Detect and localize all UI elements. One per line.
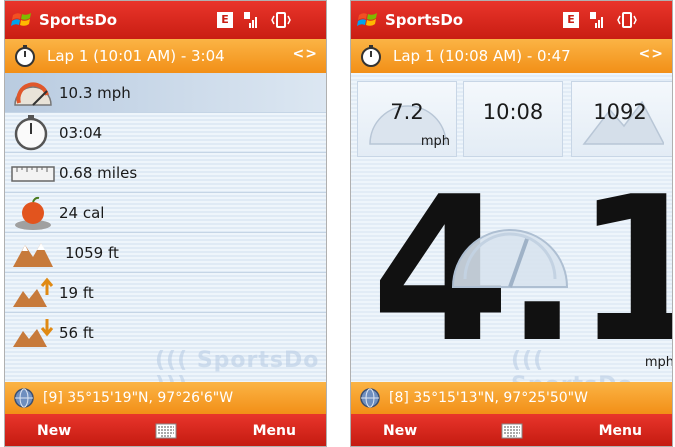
- title-bar: SportsDo E: [5, 1, 326, 39]
- list-item-altitude[interactable]: 1059 ft: [5, 233, 326, 273]
- app-title: SportsDo: [39, 11, 118, 29]
- new-button[interactable]: New: [383, 423, 417, 439]
- time-tile[interactable]: 10:08: [463, 81, 563, 157]
- gps-coordinates: [9] 35°15'19"N, 97°26'6"W: [43, 390, 234, 406]
- softkey-bar: New Menu: [5, 414, 326, 446]
- signal-strength-icon[interactable]: [243, 11, 259, 29]
- apple-scale-icon: [15, 196, 51, 230]
- keyboard-icon[interactable]: [501, 423, 523, 439]
- phone-screen-dashboard: SportsDo E Lap 1 (10:08 AM) - 0:47 <> 7.…: [350, 0, 673, 447]
- mountain-ascent-icon: [13, 277, 54, 307]
- edge-network-icon: E: [563, 12, 579, 28]
- menu-button[interactable]: Menu: [599, 423, 642, 439]
- tile-speed-unit: mph: [420, 134, 450, 149]
- title-bar: SportsDo E: [351, 1, 672, 39]
- ruler-icon: [11, 166, 55, 182]
- softkey-bar: New Menu: [351, 414, 672, 446]
- vibrate-icon[interactable]: [271, 11, 291, 29]
- speed-tile[interactable]: 7.2 mph: [357, 81, 457, 157]
- lap-info: Lap 1 (10:08 AM) - 0:47: [393, 47, 571, 65]
- list-item-descent[interactable]: 56 ft: [5, 313, 326, 353]
- list-item-ascent[interactable]: 19 ft: [5, 273, 326, 313]
- lap-info: Lap 1 (10:01 AM) - 3:04: [47, 47, 225, 65]
- stats-list: 10.3 mph 03:04 0.68 miles 24 cal 1059 ft…: [5, 73, 326, 398]
- list-item-calories[interactable]: 24 cal: [5, 193, 326, 233]
- edge-network-icon: E: [217, 12, 233, 28]
- altitude-tile[interactable]: 1092 ft: [571, 81, 672, 157]
- speedometer-icon: [451, 229, 569, 288]
- gps-status-bar: [9] 35°15'19"N, 97°26'6"W: [5, 382, 326, 414]
- distance-value: 0.68 miles: [59, 164, 138, 182]
- gps-coordinates: [8] 35°15'13"N, 97°25'50"W: [389, 390, 588, 406]
- lap-nav-arrows[interactable]: <>: [639, 46, 664, 62]
- vibrate-icon[interactable]: [617, 11, 637, 29]
- lap-bar: Lap 1 (10:01 AM) - 3:04 <>: [5, 39, 326, 73]
- globe-icon: [360, 388, 380, 408]
- lap-bar: Lap 1 (10:08 AM) - 0:47 <>: [351, 39, 672, 73]
- list-item-distance[interactable]: 0.68 miles: [5, 153, 326, 193]
- calories-value: 24 cal: [59, 204, 105, 222]
- stopwatch-icon: [15, 45, 35, 67]
- altitude-value: 1059 ft: [65, 244, 119, 262]
- stopwatch-icon: [361, 45, 381, 67]
- tile-time-value: 10:08: [482, 100, 544, 124]
- ascent-value: 19 ft: [59, 284, 94, 302]
- dashboard: 7.2 mph 10:08 1092 ft 4.1 mph ((( Sports…: [351, 73, 672, 398]
- keyboard-icon[interactable]: [155, 423, 177, 439]
- menu-button[interactable]: Menu: [253, 423, 296, 439]
- time-value: 03:04: [59, 124, 103, 142]
- speedometer-icon: [14, 82, 52, 106]
- windows-start-icon[interactable]: [11, 9, 33, 31]
- windows-start-icon[interactable]: [357, 9, 379, 31]
- mountain-icon: [13, 243, 53, 267]
- list-item-speed[interactable]: 10.3 mph: [5, 73, 326, 113]
- globe-icon: [14, 388, 34, 408]
- tile-speed-value: 7.2: [390, 100, 424, 124]
- signal-strength-icon[interactable]: [589, 11, 605, 29]
- phone-screen-list: SportsDo E Lap 1 (10:01 AM) - 3:04 <> 10…: [4, 0, 327, 447]
- lap-nav-arrows[interactable]: <>: [293, 46, 318, 62]
- descent-value: 56 ft: [59, 324, 94, 342]
- app-title: SportsDo: [385, 11, 464, 29]
- mountain-descent-icon: [13, 319, 54, 347]
- list-item-time[interactable]: 03:04: [5, 113, 326, 153]
- gps-status-bar: [8] 35°15'13"N, 97°25'50"W: [351, 382, 672, 414]
- tile-altitude-value: 1092: [593, 100, 647, 124]
- stopwatch-icon: [14, 115, 48, 151]
- speed-value: 10.3 mph: [59, 84, 131, 102]
- new-button[interactable]: New: [37, 423, 71, 439]
